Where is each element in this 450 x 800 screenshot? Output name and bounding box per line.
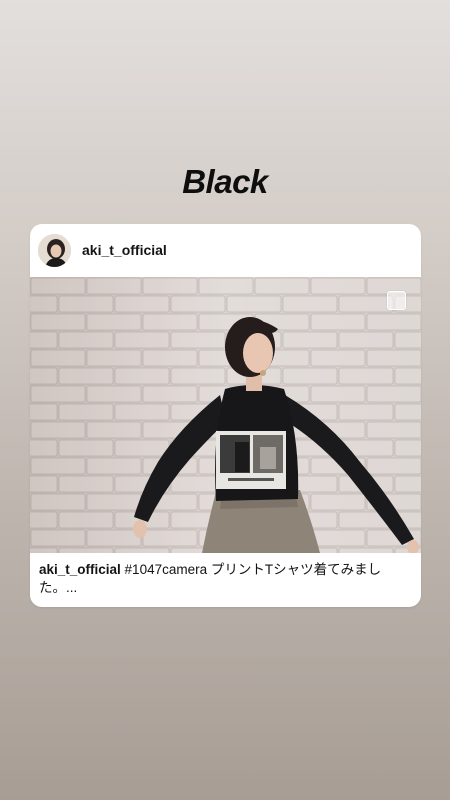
story-title: Black [182, 163, 268, 200]
post-username[interactable]: aki_t_official [82, 242, 167, 258]
shared-post-card[interactable]: aki_t_official aki_t_official #1047camer… [30, 224, 421, 607]
avatar[interactable] [38, 234, 71, 267]
story-screen: Black aki_t_official aki_t_official #104… [0, 0, 450, 800]
post-photo[interactable] [30, 277, 421, 553]
checkbox-square-icon[interactable] [387, 291, 406, 310]
post-caption[interactable]: aki_t_official #1047camera プリントTシャツ着てみまし… [39, 561, 409, 597]
caption-username[interactable]: aki_t_official [39, 562, 121, 577]
person-photo [30, 277, 421, 553]
post-header[interactable]: aki_t_official [30, 224, 421, 277]
avatar-image [38, 234, 71, 267]
